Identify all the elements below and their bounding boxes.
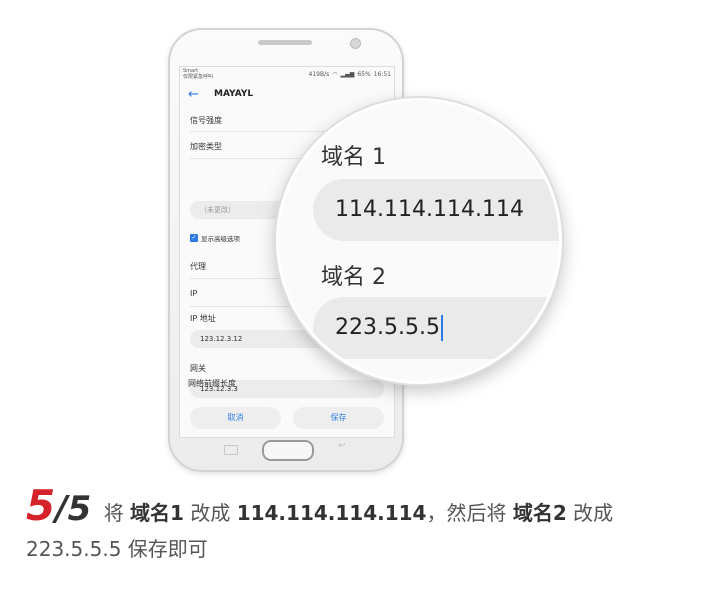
caption-text: ，然后将: [426, 501, 507, 525]
cancel-button[interactable]: 取消: [190, 407, 281, 429]
checkbox-checked-icon[interactable]: ✓: [190, 234, 198, 242]
step-caption: 5/5 将 域名1 改成 114.114.114.114，然后将 域名2 改成 …: [26, 485, 706, 567]
battery-level: 65%: [357, 70, 371, 78]
hardware-keys: ↩: [170, 440, 402, 462]
dns2-value: 223.5.5.5: [335, 315, 440, 340]
signal-icon: ▂▄▆: [340, 70, 355, 78]
app-bar: ← MAYAYL: [180, 81, 394, 107]
front-camera: [350, 38, 361, 49]
advanced-options-label: 显示高级选项: [201, 235, 240, 243]
caption-highlight: 域名2: [512, 501, 567, 525]
gateway-label: 网关: [190, 364, 206, 373]
encryption-type-label: 加密类型: [190, 142, 222, 151]
home-button[interactable]: [262, 440, 314, 461]
wifi-icon: ◠: [332, 70, 338, 78]
caption-highlight: 域名1: [130, 501, 184, 525]
password-placeholder: （未更改）: [200, 206, 235, 214]
text-cursor: [440, 315, 443, 341]
network-name: MAYAYL: [214, 89, 254, 99]
action-bar: 取消 保存: [180, 407, 394, 435]
caption-text: 改成: [573, 501, 614, 525]
dns2-field[interactable]: 223.5.5.5: [313, 297, 559, 359]
dns1-label: 域名 1: [321, 145, 386, 170]
advanced-options-row[interactable]: ✓ 显示高级选项: [190, 233, 240, 243]
dns1-field[interactable]: 114.114.114.114: [313, 179, 559, 241]
caption-text: 改成: [190, 501, 231, 525]
network-speed: 419B/s: [308, 70, 330, 78]
carrier-info: Smart 仅限紧急呼叫: [183, 68, 233, 80]
back-key-icon[interactable]: ↩: [338, 441, 350, 451]
dns2-label: 域名 2: [321, 265, 386, 290]
status-bar: Smart 仅限紧急呼叫 419B/s ◠ ▂▄▆ 65% 16:51: [180, 67, 394, 81]
caption-highlight: 114.114.114.114: [236, 501, 427, 525]
recent-apps-icon[interactable]: [224, 445, 238, 455]
caption-text: 将: [103, 501, 124, 525]
save-button[interactable]: 保存: [293, 407, 384, 429]
step-separator: /: [55, 489, 68, 529]
prefix-length-label: 网络前缀长度: [188, 379, 236, 388]
step-total: 5: [67, 489, 92, 529]
ip-address-label: IP 地址: [190, 314, 216, 323]
caption-text: 223.5.5.5: [26, 537, 122, 561]
ip-settings-label[interactable]: IP: [190, 289, 197, 298]
magnifier-callout: 域名 1 114.114.114.114 域名 2 223.5.5.5: [276, 98, 562, 384]
caption-text: 保存即可: [127, 537, 208, 561]
signal-strength-label: 信号强度: [190, 116, 222, 125]
back-arrow-icon[interactable]: ←: [188, 87, 208, 102]
clock: 16:51: [373, 70, 391, 78]
speaker-grille: [258, 40, 312, 45]
carrier-status: 仅限紧急呼叫: [183, 74, 214, 80]
step-current: 5: [26, 481, 56, 530]
proxy-label[interactable]: 代理: [190, 261, 206, 272]
